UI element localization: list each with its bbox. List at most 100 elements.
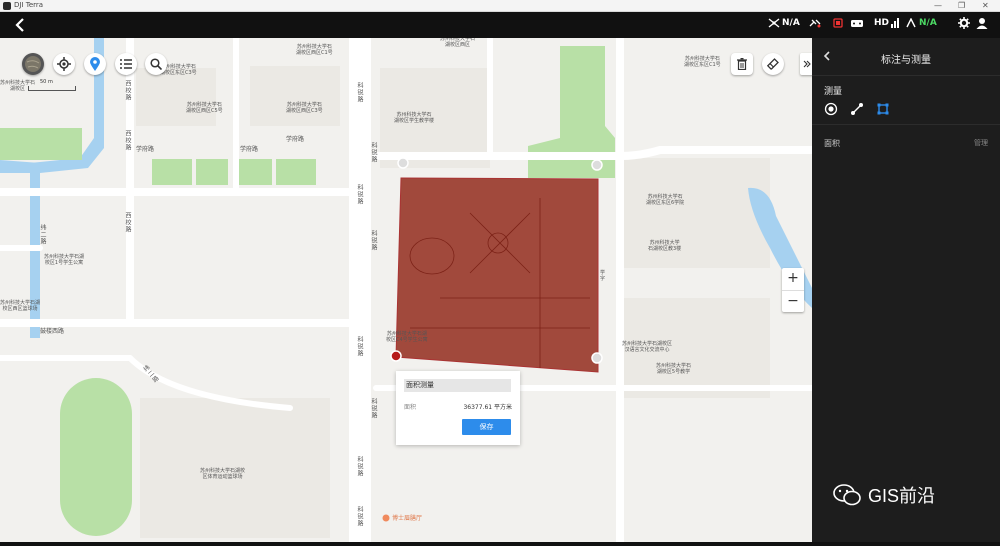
road-label: 学府路 [136, 146, 155, 153]
road-label: 西校路 [124, 80, 131, 101]
delete-button[interactable] [731, 53, 753, 75]
restaurant-pin-icon [382, 514, 390, 521]
line-tool-icon[interactable] [850, 102, 864, 116]
poi-label: 苏州科技大学石湖 校区西区篮球场 [0, 300, 41, 312]
vertex-handle-ne[interactable] [591, 159, 603, 171]
poi-label: 苏州科技大学石湖校 区体育运动篮球场 [200, 468, 246, 480]
gear-icon [958, 17, 970, 29]
poi-label: 苏州科技大学石 湖校区 [0, 80, 36, 92]
road-label: 西校路 [124, 212, 131, 233]
controller-icon [851, 20, 863, 27]
back-button[interactable] [8, 15, 32, 35]
poi-label: 苏州科技大学石湖 校区1号学生公寓 [44, 254, 85, 266]
wechat-watermark: GIS前沿 [832, 482, 935, 508]
poi-label: 苏州科技大学 石湖校区教3楼 [648, 240, 682, 252]
search-icon [150, 58, 162, 70]
basemap-switch-button[interactable] [22, 53, 44, 75]
road-label: 科锐路 [356, 336, 363, 357]
layers-list-button[interactable] [115, 53, 137, 75]
measure-tools [824, 102, 890, 116]
save-button[interactable]: 保存 [462, 419, 511, 435]
video-signal-status: N/A [906, 18, 937, 28]
rc-signal-status: N/A [768, 18, 800, 28]
road-label: 鼓楼西路 [40, 328, 65, 335]
road-label: 纬二路 [39, 224, 46, 245]
restaurant-poi[interactable]: 博士眉膳厅 [382, 513, 422, 522]
settings-button[interactable] [958, 17, 970, 29]
area-list-label: 面积 [824, 139, 840, 148]
panel-header: 标注与测量 [812, 38, 1000, 76]
chevron-left-icon [15, 18, 24, 32]
point-tool-icon[interactable] [824, 102, 838, 116]
poi-label: 苏州科技大学石 湖校区东区C1号 [684, 56, 721, 68]
area-manage-link[interactable]: 管理 [974, 138, 988, 148]
scale-bar [28, 86, 76, 91]
list-icon [120, 59, 132, 69]
gps-status [808, 18, 822, 28]
poi-label: 苏州科技大学石 湖校区西区 [440, 38, 476, 48]
map-canvas[interactable]: 50 m 苏州科技大学石 湖校区西区C1号 苏州科技大学石 湖校区西区 苏州科技… [0, 38, 812, 542]
road-label: 科锐路 [356, 456, 363, 477]
maximize-button[interactable]: ❐ [958, 0, 965, 11]
watermark-text: GIS前沿 [868, 486, 936, 506]
poi-label: 苏州科技大学石 湖校区西区C5号 [186, 102, 223, 114]
window-titlebar: DJI Terra — ❐ ✕ [0, 0, 1000, 12]
vertex-handle-nw[interactable] [397, 157, 409, 169]
road-label: 学府路 [240, 146, 259, 153]
locate-me-button[interactable] [53, 53, 75, 75]
restaurant-label: 博士眉膳厅 [392, 515, 423, 522]
video-signal-icon [906, 18, 916, 28]
road-label: 科锐路 [370, 230, 377, 251]
poi-label: 苏州科技大学石湖校区 汉语言文化交流中心 [622, 341, 673, 353]
road-label: 科锐路 [356, 184, 363, 205]
hd-link-status: HD [874, 18, 900, 28]
measure-section-label: 测量 [824, 87, 843, 97]
poi-label: 苏州科技大学石 湖校区5号教学 [656, 363, 692, 375]
crosshair-icon [57, 57, 71, 71]
road-label: 西校路 [124, 130, 131, 151]
rc-signal-icon [768, 18, 780, 28]
zoom-out-button[interactable]: − [782, 290, 804, 312]
hd-label: HD [874, 18, 890, 28]
battery-red-status [832, 18, 844, 28]
zoom-in-button[interactable]: + [782, 268, 804, 290]
vertex-handle-se[interactable] [591, 352, 603, 364]
panel-title: 标注与测量 [881, 55, 931, 66]
bottom-strip [0, 542, 1000, 546]
road-label: 科锐路 [356, 82, 363, 103]
minimize-button[interactable]: — [934, 0, 942, 11]
annotation-measure-panel: 标注与测量 测量 面积 管理 [812, 38, 1000, 542]
erase-button[interactable] [762, 53, 784, 75]
map-search-button[interactable] [145, 53, 167, 75]
vertex-handle-sw-active[interactable] [390, 350, 402, 362]
signal-bars-icon [891, 18, 900, 28]
measurement-name-field[interactable]: 面积测量 [404, 379, 511, 392]
scale-label: 50 m [40, 79, 53, 85]
poi-label: 苏州科技大学石 湖校区西区C3号 [286, 102, 323, 114]
app-logo-icon [3, 2, 11, 10]
road-label: 科锐路 [356, 506, 363, 527]
user-button[interactable] [976, 17, 988, 29]
polygon-tool-icon[interactable] [876, 102, 890, 116]
wechat-icon [833, 484, 861, 506]
zoom-control: + − [782, 268, 804, 312]
map-pin-icon [90, 57, 100, 71]
remote-controller-status [850, 18, 864, 28]
top-toolbar: N/A HD N/A [0, 12, 1000, 38]
close-window-button[interactable]: ✕ [982, 0, 989, 11]
satellite-icon [809, 19, 821, 28]
area-value: 36377.61 平方米 [463, 404, 512, 411]
user-icon [976, 18, 988, 29]
poi-label: 苏州科技大学石 湖校区东区6学院 [646, 194, 685, 206]
rc-signal-value: N/A [782, 18, 800, 28]
globe-icon [25, 56, 41, 72]
app-title: DJI Terra [14, 1, 44, 9]
road-label: 科锐路 [370, 398, 377, 419]
poi-label: 苏州科技大学石 湖校区学生教学楼 [394, 112, 435, 124]
video-signal-value: N/A [919, 18, 937, 28]
aircraft-location-button[interactable] [84, 53, 106, 75]
measurement-popup: 面积测量 面积 36377.61 平方米 保存 [396, 371, 520, 445]
collapse-panel-button[interactable] [800, 53, 812, 75]
battery-warning-icon [833, 18, 843, 28]
trash-icon [737, 58, 747, 70]
